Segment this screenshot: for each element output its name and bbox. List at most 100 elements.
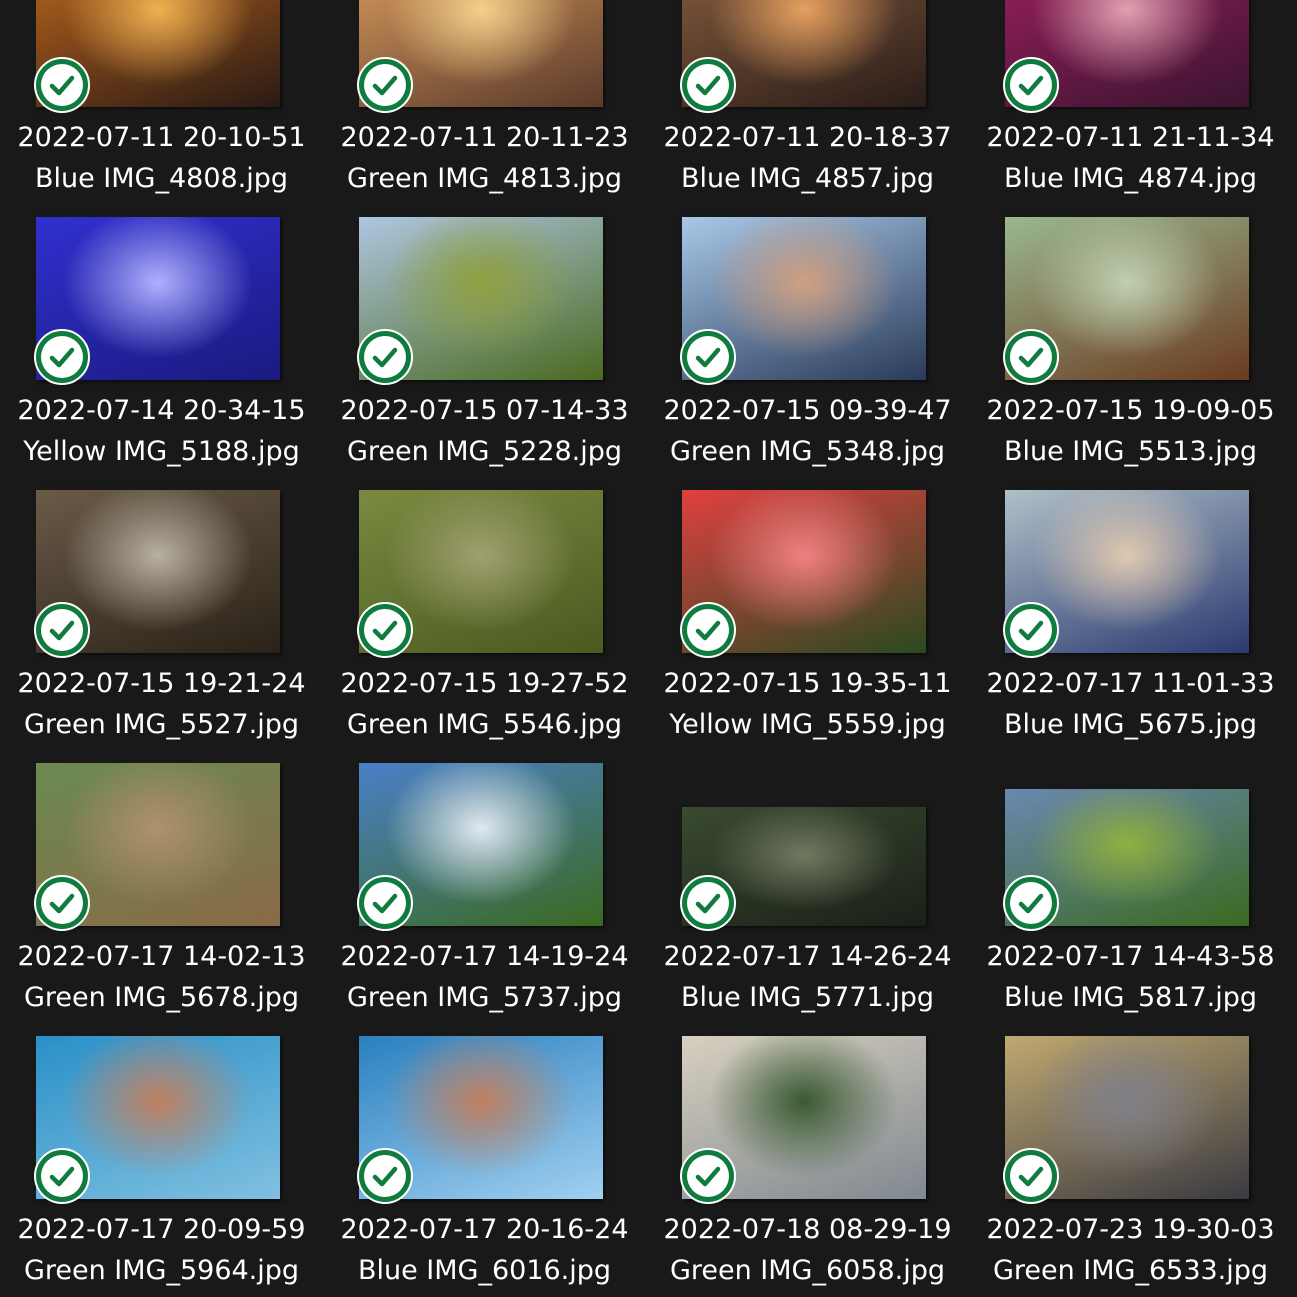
photo-filename-label: 2022-07-15 07-14-33 Green IMG_5228.jpg (323, 390, 646, 472)
photo-tile[interactable]: 2022-07-17 14-26-24 Blue IMG_5771.jpg (646, 763, 969, 1036)
selected-check-icon[interactable] (680, 329, 736, 385)
checkmark-icon (372, 1166, 398, 1187)
photo-filename-label: 2022-07-23 19-30-03 Green IMG_6533.jpg (969, 1209, 1292, 1291)
selected-check-icon[interactable] (34, 329, 90, 385)
selected-check-icon[interactable] (680, 1148, 736, 1204)
selected-check-icon[interactable] (1003, 602, 1059, 658)
photo-date-text: 2022-07-15 19-27-52 (340, 668, 629, 699)
photo-filename-label: 2022-07-15 19-21-24 Green IMG_5527.jpg (0, 663, 323, 745)
selected-check-icon[interactable] (357, 57, 413, 113)
photo-tile[interactable]: 2022-07-17 14-19-24 Green IMG_5737.jpg (323, 763, 646, 1036)
photo-filename-label: 2022-07-11 20-11-23 Green IMG_4813.jpg (323, 117, 646, 199)
photo-tile[interactable]: 2022-07-11 20-11-23 Green IMG_4813.jpg (323, 0, 646, 217)
photo-file-text: Green IMG_6058.jpg (669, 1255, 946, 1286)
checkmark-icon (695, 1166, 721, 1187)
checkmark-icon (49, 620, 75, 641)
photo-file-text: Green IMG_4813.jpg (346, 163, 623, 194)
photo-tile[interactable]: 2022-07-11 20-10-51 Blue IMG_4808.jpg (0, 0, 323, 217)
checkmark-icon (49, 893, 75, 914)
selected-check-icon[interactable] (1003, 1148, 1059, 1204)
photo-date-text: 2022-07-17 11-01-33 (986, 668, 1275, 699)
checkmark-icon (1018, 620, 1044, 641)
selected-check-icon[interactable] (34, 875, 90, 931)
selected-check-icon[interactable] (1003, 329, 1059, 385)
selected-check-icon[interactable] (34, 57, 90, 113)
photo-grid: 2022-07-11 20-10-51 Blue IMG_4808.jpg 2022… (0, 0, 1297, 1297)
photo-file-text: Green IMG_5527.jpg (23, 709, 300, 740)
photo-filename-label: 2022-07-18 08-29-19 Green IMG_6058.jpg (646, 1209, 969, 1291)
photo-file-text: Blue IMG_6016.jpg (357, 1255, 612, 1286)
photo-file-text: Green IMG_5348.jpg (669, 436, 946, 467)
selected-check-icon[interactable] (680, 602, 736, 658)
photo-date-text: 2022-07-15 19-09-05 (986, 395, 1275, 426)
photo-tile[interactable]: 2022-07-15 19-09-05 Blue IMG_5513.jpg (969, 217, 1292, 490)
selected-check-icon[interactable] (357, 329, 413, 385)
photo-date-text: 2022-07-15 19-21-24 (17, 668, 306, 699)
photo-date-text: 2022-07-17 14-19-24 (340, 941, 629, 972)
photo-file-text: Green IMG_5964.jpg (23, 1255, 300, 1286)
photo-date-text: 2022-07-17 14-02-13 (17, 941, 306, 972)
selected-check-icon[interactable] (34, 1148, 90, 1204)
photo-tile[interactable]: 2022-07-14 20-34-15 Yellow IMG_5188.jpg (0, 217, 323, 490)
photo-date-text: 2022-07-15 19-35-11 (663, 668, 952, 699)
photo-tile[interactable]: 2022-07-23 19-30-03 Green IMG_6533.jpg (969, 1036, 1292, 1297)
photo-tile[interactable]: 2022-07-11 21-11-34 Blue IMG_4874.jpg (969, 0, 1292, 217)
photo-file-text: Green IMG_6533.jpg (992, 1255, 1269, 1286)
photo-tile[interactable]: 2022-07-17 14-43-58 Blue IMG_5817.jpg (969, 763, 1292, 1036)
checkmark-icon (372, 75, 398, 96)
photo-date-text: 2022-07-17 14-43-58 (986, 941, 1275, 972)
selected-check-icon[interactable] (1003, 875, 1059, 931)
photo-filename-label: 2022-07-15 09-39-47 Green IMG_5348.jpg (646, 390, 969, 472)
photo-filename-label: 2022-07-17 20-09-59 Green IMG_5964.jpg (0, 1209, 323, 1291)
photo-tile[interactable]: 2022-07-15 19-27-52 Green IMG_5546.jpg (323, 490, 646, 763)
photo-filename-label: 2022-07-11 20-10-51 Blue IMG_4808.jpg (0, 117, 323, 199)
selected-check-icon[interactable] (680, 57, 736, 113)
photo-file-text: Yellow IMG_5188.jpg (23, 436, 300, 467)
selected-check-icon[interactable] (357, 1148, 413, 1204)
checkmark-icon (49, 1166, 75, 1187)
photo-date-text: 2022-07-11 21-11-34 (986, 122, 1275, 153)
selected-check-icon[interactable] (34, 602, 90, 658)
checkmark-icon (695, 893, 721, 914)
photo-filename-label: 2022-07-17 20-16-24 Blue IMG_6016.jpg (323, 1209, 646, 1291)
photo-tile[interactable]: 2022-07-17 11-01-33 Blue IMG_5675.jpg (969, 490, 1292, 763)
photo-file-text: Blue IMG_5771.jpg (680, 982, 935, 1013)
photo-tile[interactable]: 2022-07-15 19-21-24 Green IMG_5527.jpg (0, 490, 323, 763)
photo-date-text: 2022-07-15 07-14-33 (340, 395, 629, 426)
photo-filename-label: 2022-07-17 14-02-13 Green IMG_5678.jpg (0, 936, 323, 1018)
photo-date-text: 2022-07-17 20-16-24 (340, 1214, 629, 1245)
photo-tile[interactable]: 2022-07-17 20-09-59 Green IMG_5964.jpg (0, 1036, 323, 1297)
selected-check-icon[interactable] (357, 875, 413, 931)
checkmark-icon (695, 620, 721, 641)
photo-tile[interactable]: 2022-07-15 19-35-11 Yellow IMG_5559.jpg (646, 490, 969, 763)
checkmark-icon (1018, 347, 1044, 368)
photo-filename-label: 2022-07-17 14-43-58 Blue IMG_5817.jpg (969, 936, 1292, 1018)
photo-filename-label: 2022-07-17 11-01-33 Blue IMG_5675.jpg (969, 663, 1292, 745)
photo-tile[interactable]: 2022-07-15 07-14-33 Green IMG_5228.jpg (323, 217, 646, 490)
checkmark-icon (1018, 893, 1044, 914)
photo-tile[interactable]: 2022-07-18 08-29-19 Green IMG_6058.jpg (646, 1036, 969, 1297)
photo-file-text: Blue IMG_5513.jpg (1003, 436, 1258, 467)
photo-filename-label: 2022-07-11 21-11-34 Blue IMG_4874.jpg (969, 117, 1292, 199)
photo-tile[interactable]: 2022-07-17 14-02-13 Green IMG_5678.jpg (0, 763, 323, 1036)
photo-file-text: Blue IMG_4874.jpg (1003, 163, 1258, 194)
checkmark-icon (372, 347, 398, 368)
photo-filename-label: 2022-07-14 20-34-15 Yellow IMG_5188.jpg (0, 390, 323, 472)
photo-date-text: 2022-07-18 08-29-19 (663, 1214, 952, 1245)
checkmark-icon (49, 347, 75, 368)
checkmark-icon (372, 893, 398, 914)
photo-filename-label: 2022-07-15 19-35-11 Yellow IMG_5559.jpg (646, 663, 969, 745)
checkmark-icon (1018, 1166, 1044, 1187)
selected-check-icon[interactable] (357, 602, 413, 658)
photo-tile[interactable]: 2022-07-11 20-18-37 Blue IMG_4857.jpg (646, 0, 969, 217)
photo-date-text: 2022-07-11 20-11-23 (340, 122, 629, 153)
selected-check-icon[interactable] (680, 875, 736, 931)
photo-date-text: 2022-07-11 20-10-51 (17, 122, 306, 153)
photo-file-text: Yellow IMG_5559.jpg (669, 709, 946, 740)
selected-check-icon[interactable] (1003, 57, 1059, 113)
checkmark-icon (695, 75, 721, 96)
photo-tile[interactable]: 2022-07-17 20-16-24 Blue IMG_6016.jpg (323, 1036, 646, 1297)
photo-tile[interactable]: 2022-07-15 09-39-47 Green IMG_5348.jpg (646, 217, 969, 490)
photo-file-text: Green IMG_5228.jpg (346, 436, 623, 467)
photo-file-text: Blue IMG_5675.jpg (1003, 709, 1258, 740)
